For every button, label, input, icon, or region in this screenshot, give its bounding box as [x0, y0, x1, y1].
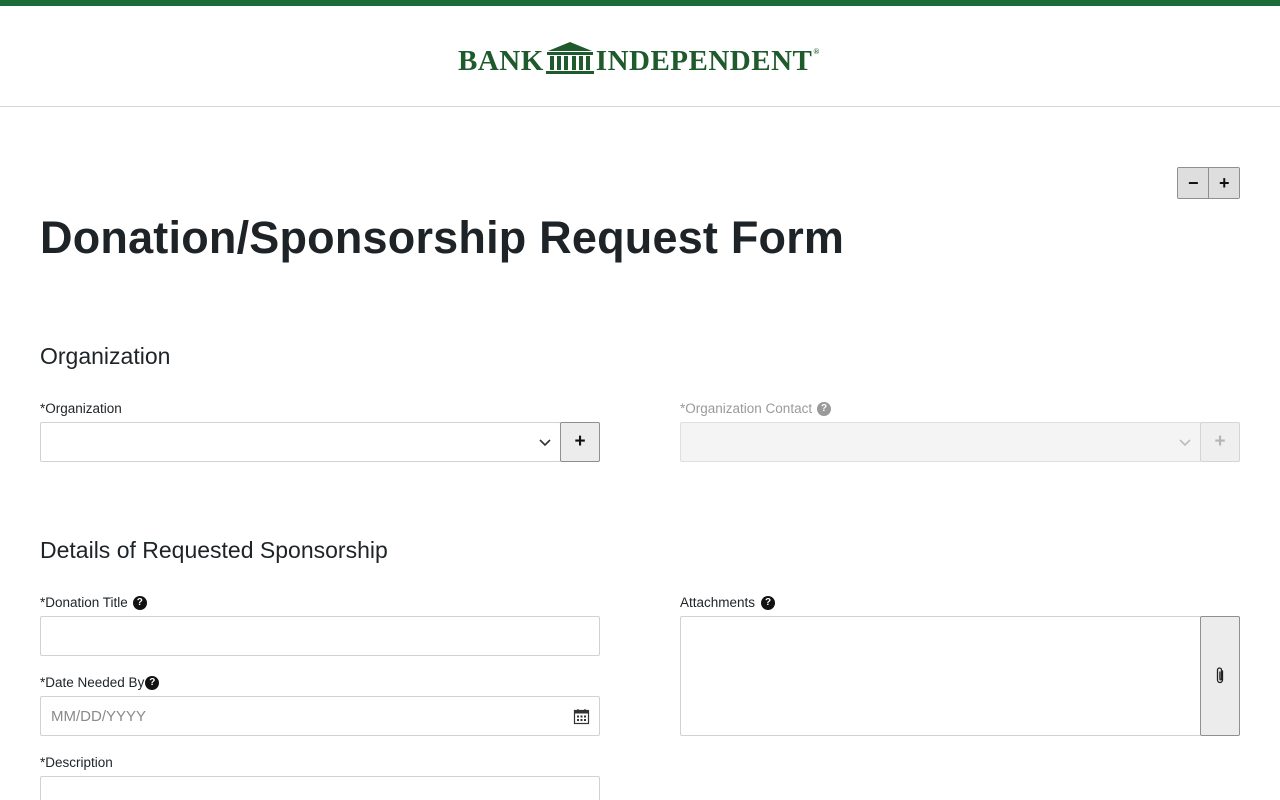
section-title-organization: Organization [40, 343, 171, 369]
attachments-dropzone[interactable] [680, 616, 1201, 736]
description-label: *Description [40, 755, 113, 770]
date-needed-by-input[interactable]: MM/DD/YYYY [40, 696, 600, 736]
date-needed-by-label-text: *Date Needed By [40, 675, 145, 690]
add-organization-button[interactable]: + [560, 422, 600, 462]
donation-title-label: *Donation Title ? [40, 595, 147, 610]
description-textarea[interactable] [40, 776, 600, 800]
date-needed-by-label: *Date Needed By ? [40, 675, 160, 690]
text-size-controls: − + [1177, 167, 1240, 199]
help-icon[interactable]: ? [145, 675, 160, 690]
organization-label-text: *Organization [40, 401, 122, 416]
logo-word-left: BANK [458, 45, 544, 77]
section-title-details: Details of Requested Sponsorship [40, 537, 388, 563]
add-organization-contact-button[interactable]: + [1200, 422, 1240, 462]
attachments-label-text: Attachments [680, 595, 756, 610]
bank-building-icon [545, 42, 594, 74]
calendar-icon[interactable] [573, 708, 590, 725]
registered-mark: ® [813, 47, 820, 56]
donation-title-input[interactable] [40, 616, 600, 656]
logo-word-right: INDEPENDENT [595, 45, 813, 77]
decrease-text-size-button[interactable]: − [1178, 168, 1209, 198]
description-label-text: *Description [40, 755, 113, 770]
organization-contact-select[interactable] [680, 422, 1201, 462]
attachments-label: Attachments ? [680, 595, 776, 610]
organization-contact-label-text: *Organization Contact [680, 401, 813, 416]
help-icon[interactable]: ? [132, 595, 147, 610]
increase-text-size-button[interactable]: + [1208, 168, 1239, 198]
donation-title-label-text: *Donation Title [40, 595, 128, 610]
page-title: Donation/Sponsorship Request Form [40, 212, 845, 263]
paperclip-icon [1216, 667, 1224, 684]
help-icon[interactable]: ? [761, 595, 776, 610]
attach-file-button[interactable] [1200, 616, 1240, 736]
organization-select[interactable] [40, 422, 561, 462]
organization-label: *Organization [40, 401, 122, 416]
chevron-down-icon [539, 439, 551, 447]
chevron-down-icon [1179, 439, 1191, 447]
help-icon[interactable]: ? [817, 401, 832, 416]
bank-independent-logo[interactable]: BANK INDEPENDENT ® [458, 40, 820, 76]
site-header: BANK INDEPENDENT ® [0, 6, 1280, 107]
date-placeholder: MM/DD/YYYY [51, 708, 147, 725]
organization-contact-label: *Organization Contact ? [680, 401, 832, 416]
